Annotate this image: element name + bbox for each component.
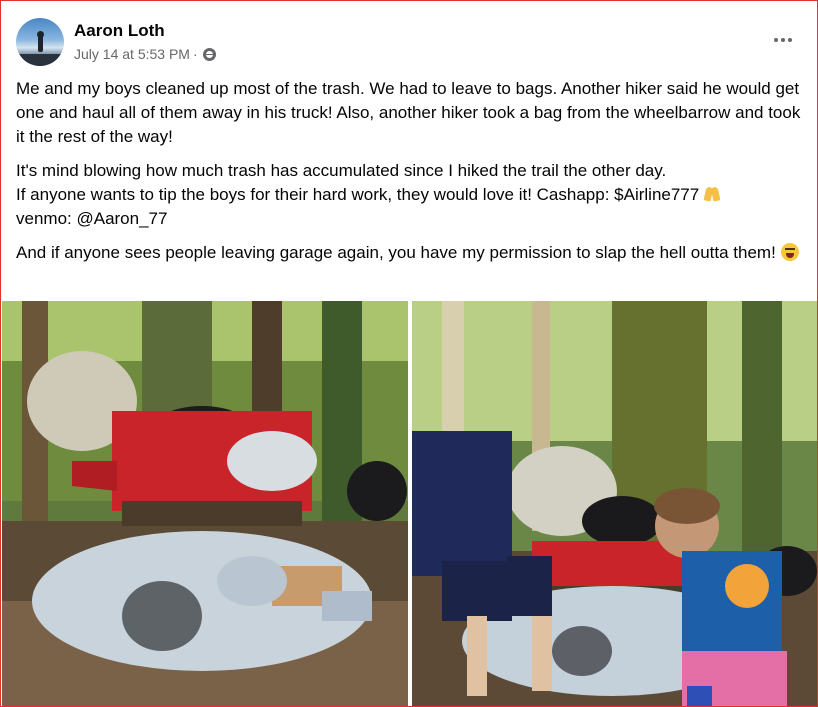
more-dot (781, 38, 785, 42)
post-paragraph-2: It's mind blowing how much trash has acc… (16, 159, 801, 231)
post-paragraph-2-line-1: It's mind blowing how much trash has acc… (16, 161, 667, 180)
post-paragraph-2-line-2: If anyone wants to tip the boys for thei… (16, 185, 700, 204)
squinting-tongue-icon (780, 243, 799, 261)
praying-hands-icon (704, 186, 720, 202)
post-timestamp[interactable]: July 14 at 5:53 PM (74, 46, 190, 62)
trash-pile-photo[interactable] (2, 301, 408, 706)
post-paragraph-3: And if anyone sees people leaving garage… (16, 241, 801, 265)
avatar[interactable] (16, 18, 64, 66)
post-header: Aaron Loth July 14 at 5:53 PM · (16, 18, 802, 68)
post-paragraph-3-text: And if anyone sees people leaving garage… (16, 243, 776, 262)
author-name[interactable]: Aaron Loth (74, 21, 165, 41)
photo-grid (2, 301, 817, 706)
post-meta: July 14 at 5:53 PM · (74, 46, 216, 62)
trash-pile-image (2, 301, 408, 706)
more-dot (788, 38, 792, 42)
post-card: Aaron Loth July 14 at 5:53 PM · Me and m… (0, 0, 818, 707)
avatar-ground (16, 54, 64, 66)
meta-separator: · (192, 46, 198, 62)
kids-cleaning-image (412, 301, 817, 706)
more-options-icon[interactable] (768, 28, 798, 52)
avatar-figure (38, 36, 43, 52)
more-dot (774, 38, 778, 42)
post-body: Me and my boys cleaned up most of the tr… (16, 77, 801, 275)
post-paragraph-2-line-3: venmo: @Aaron_77 (16, 209, 168, 228)
kids-cleaning-photo[interactable] (412, 301, 817, 706)
public-globe-icon[interactable] (202, 47, 216, 61)
post-paragraph-1: Me and my boys cleaned up most of the tr… (16, 79, 801, 146)
